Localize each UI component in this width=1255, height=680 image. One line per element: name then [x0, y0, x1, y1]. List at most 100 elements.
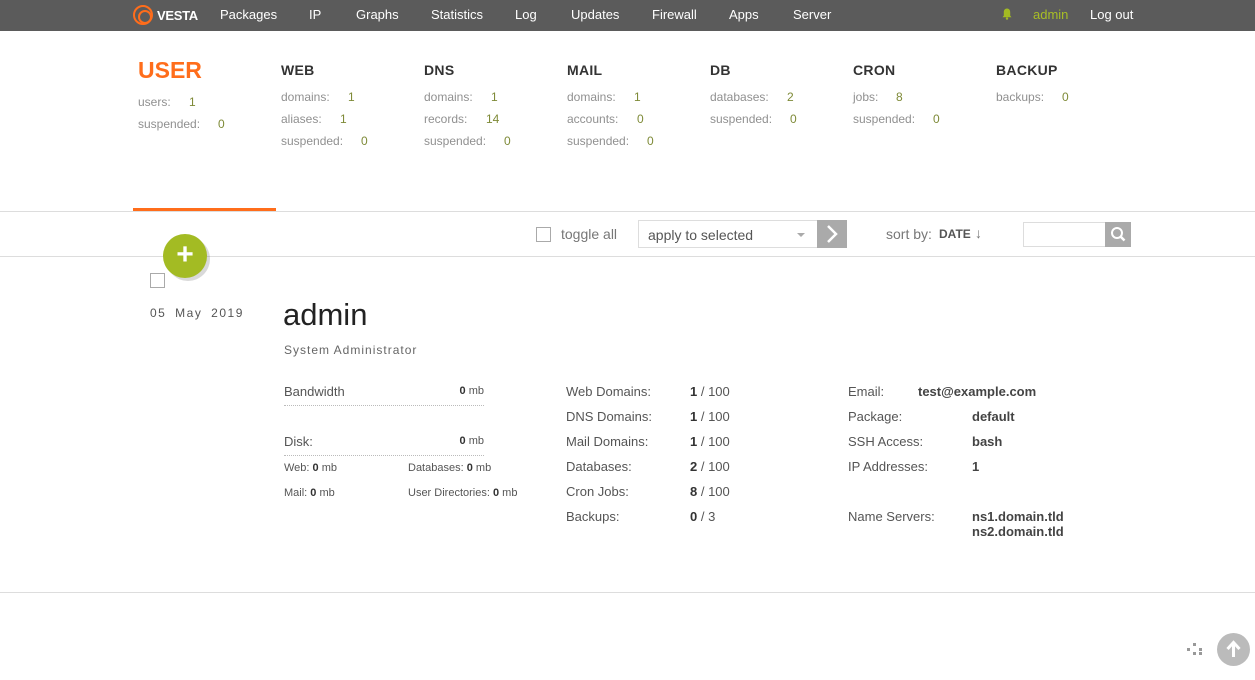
- username[interactable]: admin: [283, 297, 367, 333]
- stat-label: aliases:: [281, 112, 322, 126]
- userdirs-disk-label: User Directories:: [408, 487, 490, 499]
- nav-packages[interactable]: Packages: [220, 7, 277, 22]
- nav-updates[interactable]: Updates: [571, 7, 619, 22]
- ssh-label: SSH Access:: [848, 434, 924, 449]
- notification-bell-icon[interactable]: [1002, 8, 1012, 20]
- stat-value: 14: [486, 112, 500, 126]
- tab-web-title: WEB: [281, 62, 315, 78]
- stat-value: 0: [504, 134, 511, 148]
- arrow-up-icon: [1226, 640, 1241, 657]
- stat-row: suspended: 0: [710, 108, 797, 130]
- stat-row: suspended: 0: [281, 130, 368, 152]
- disk-meter: [284, 455, 484, 456]
- stat-row: suspended: 0: [138, 113, 225, 135]
- limit-used: 1: [690, 409, 698, 424]
- stat-label: accounts:: [567, 112, 619, 126]
- nav-log[interactable]: Log: [515, 7, 537, 22]
- stat-value: 0: [218, 117, 225, 131]
- bulk-action-select[interactable]: apply to selected: [638, 220, 818, 248]
- stat-label: jobs:: [853, 90, 879, 104]
- tab-cron[interactable]: CRON jobs: 8 suspended: 0: [853, 57, 940, 130]
- stat-label: databases:: [710, 90, 769, 104]
- stat-row: accounts: 0: [567, 108, 644, 130]
- tab-db[interactable]: DB databases: 2 suspended: 0: [710, 57, 797, 130]
- nav-ip[interactable]: IP: [309, 7, 321, 22]
- ip-addresses-value: 1: [972, 459, 980, 474]
- sort-direction-icon[interactable]: ↓: [975, 225, 982, 241]
- stat-label: suspended:: [710, 112, 773, 126]
- tab-dns[interactable]: DNS domains: 1 records: 14 suspended: 0: [424, 57, 511, 152]
- tab-db-title: DB: [710, 62, 731, 78]
- tab-user-title: USER: [138, 57, 202, 83]
- stat-value: 1: [348, 90, 355, 104]
- limit-label: Mail Domains:: [566, 434, 649, 449]
- stat-label: backups:: [996, 90, 1045, 104]
- current-user-link[interactable]: admin: [1033, 7, 1068, 22]
- tab-mail[interactable]: MAIL domains: 1 accounts: 0 suspended: 0: [567, 57, 654, 152]
- stat-value: 0: [637, 112, 644, 126]
- divider: [0, 211, 1255, 212]
- logout-link[interactable]: Log out: [1090, 7, 1133, 22]
- name-server-2: ns2.domain.tld: [972, 524, 1064, 539]
- tab-backup[interactable]: BACKUP backups: 0: [996, 57, 1069, 108]
- nav-firewall[interactable]: Firewall: [652, 7, 697, 22]
- add-user-button[interactable]: +: [163, 234, 207, 278]
- search-button[interactable]: [1105, 222, 1131, 247]
- limit-max: 3: [708, 509, 716, 524]
- web-disk-value: 0: [312, 462, 319, 474]
- stat-row: backups: 0: [996, 86, 1069, 108]
- stat-row: domains: 1: [567, 86, 641, 108]
- toggle-all-label[interactable]: toggle all: [561, 226, 617, 242]
- stat-label: records:: [424, 112, 468, 126]
- limit-label: Backups:: [566, 509, 620, 524]
- nav-statistics[interactable]: Statistics: [431, 7, 483, 22]
- top-navigation-bar: VESTA Packages IP Graphs Statistics Log …: [0, 0, 1255, 31]
- limit-value: 1 / 100: [690, 384, 730, 399]
- databases-disk-label: Databases:: [408, 462, 464, 474]
- limit-used: 1: [690, 384, 698, 399]
- vesta-logo-icon: [133, 5, 153, 25]
- nav-graphs[interactable]: Graphs: [356, 7, 399, 22]
- scroll-to-top-button[interactable]: [1217, 633, 1250, 666]
- chevron-down-icon: [797, 233, 805, 237]
- tab-user[interactable]: USER users: 1 suspended: 0: [138, 57, 225, 135]
- tab-cron-title: CRON: [853, 62, 896, 78]
- row-select-checkbox[interactable]: [150, 273, 165, 288]
- search-input[interactable]: [1023, 222, 1106, 247]
- nav-apps[interactable]: Apps: [729, 7, 759, 22]
- disk-amount: 0: [459, 435, 466, 447]
- nav-server[interactable]: Server: [793, 7, 831, 22]
- stat-label: suspended:: [853, 112, 916, 126]
- unit: mb: [475, 462, 492, 474]
- limit-max: 100: [708, 409, 730, 424]
- chevron-right-icon: [827, 225, 838, 243]
- stat-label: suspended:: [138, 117, 201, 131]
- shortcuts-icon[interactable]: [1187, 643, 1203, 655]
- stat-value: 1: [340, 112, 347, 126]
- tab-web[interactable]: WEB domains: 1 aliases: 1 suspended: 0: [281, 57, 368, 152]
- ssh-value: bash: [972, 434, 1003, 449]
- limit-max: 100: [708, 384, 730, 399]
- sort-by-label: sort by:: [886, 226, 932, 242]
- apply-button[interactable]: [817, 220, 847, 248]
- stat-value: 0: [933, 112, 940, 126]
- stat-value: 1: [491, 90, 498, 104]
- tab-mail-title: MAIL: [567, 62, 603, 78]
- limit-max: 100: [708, 459, 730, 474]
- toggle-all-checkbox[interactable]: [536, 227, 551, 242]
- limit-value: 0 / 3: [690, 509, 716, 524]
- limit-value: 1 / 100: [690, 409, 730, 424]
- disk-value: 0 mb: [440, 435, 484, 447]
- vesta-logo[interactable]: VESTA: [133, 5, 198, 25]
- sort-by-value[interactable]: DATE: [939, 227, 971, 241]
- creation-date: 05 May 2019: [150, 306, 244, 320]
- limit-used: 8: [690, 484, 698, 499]
- databases-disk-usage: Databases: 0 mb: [408, 462, 491, 474]
- unit: mb: [502, 487, 518, 499]
- limit-used: 0: [690, 509, 698, 524]
- bandwidth-amount: 0: [459, 385, 466, 397]
- stat-label: domains:: [424, 90, 473, 104]
- stat-row: suspended: 0: [424, 130, 511, 152]
- limit-used: 1: [690, 434, 698, 449]
- search-icon: [1111, 227, 1126, 242]
